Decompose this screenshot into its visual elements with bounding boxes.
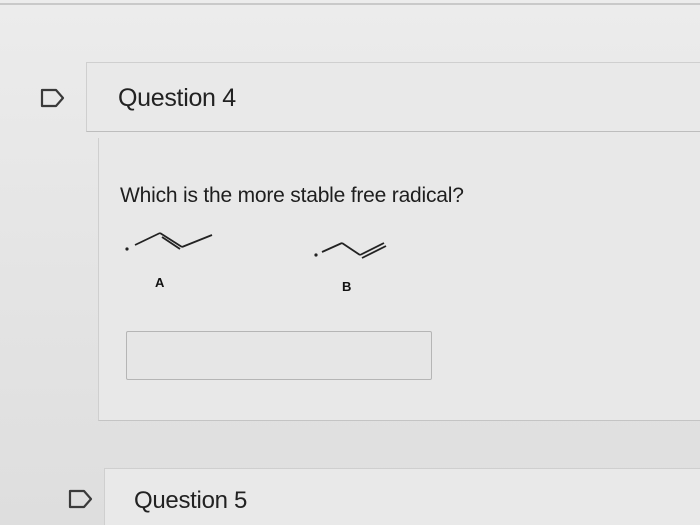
flag-question-5-icon[interactable] (68, 489, 94, 509)
question-5-title: Question 5 (134, 487, 248, 514)
question-4-title: Question 4 (118, 84, 236, 112)
choice-a-label: A (155, 275, 165, 290)
answer-input[interactable] (126, 331, 432, 380)
choice-b-label: B (342, 279, 352, 294)
question-4-prompt: Which is the more stable free radical? (120, 184, 464, 207)
quiz-page: Question 4 Which is the more stable free… (0, 0, 700, 525)
molecule-b-image (310, 235, 390, 261)
molecule-a-image (120, 225, 220, 255)
top-divider (0, 3, 700, 5)
flag-question-4-icon[interactable] (40, 88, 66, 108)
